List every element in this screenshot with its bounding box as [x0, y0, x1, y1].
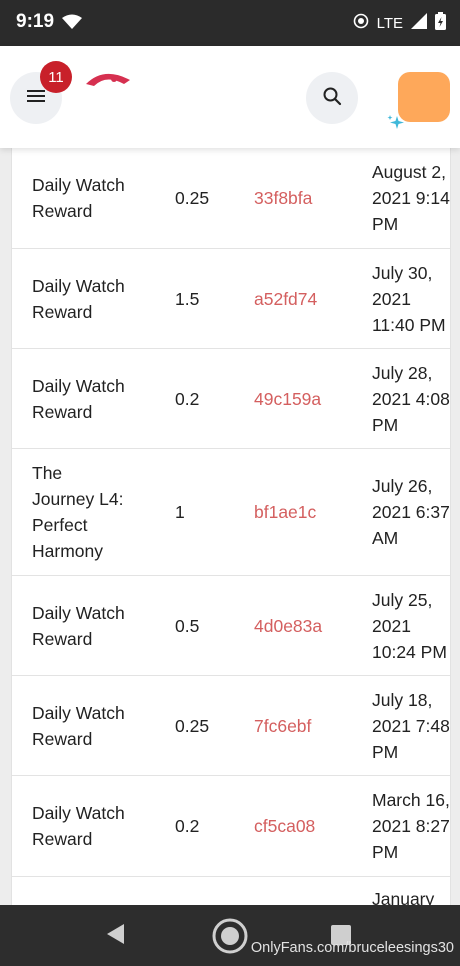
table-row: Daily Watch Reward 0.5 4d0e83a July 25, … [12, 576, 450, 676]
row-transaction-id[interactable]: 33f8bfa [254, 185, 312, 211]
row-amount: 0.25 [175, 715, 210, 736]
wifi-icon [62, 14, 82, 35]
hamburger-icon [26, 88, 46, 109]
sparkle-icon [386, 114, 406, 137]
table-row: January [12, 877, 450, 905]
row-transaction-id[interactable]: cf5ca08 [254, 813, 315, 839]
row-description: Daily Watch Reward [32, 375, 125, 422]
row-amount: 0.5 [175, 615, 200, 636]
row-date: January [372, 889, 435, 905]
row-date: July 25, 2021 10:24 PM [372, 589, 447, 662]
row-description: Daily Watch Reward [32, 275, 125, 322]
transactions-table: Daily Watch Reward 0.25 33f8bfa August 2… [11, 148, 451, 905]
home-icon[interactable] [211, 917, 249, 960]
search-button[interactable] [306, 72, 358, 124]
row-date: July 28, 2021 4:08 PM [372, 362, 450, 435]
row-amount: 0.25 [175, 188, 210, 208]
row-transaction-id[interactable]: 49c159a [254, 386, 321, 412]
row-date: July 18, 2021 7:48 PM [372, 689, 450, 762]
row-transaction-id[interactable]: a52fd74 [254, 286, 317, 312]
row-description: Daily Watch Reward [32, 803, 125, 849]
signal-icon [411, 13, 427, 33]
search-icon [322, 86, 342, 111]
row-transaction-id[interactable]: bf1ae1c [254, 499, 316, 525]
status-bar: 9:19 LTE [0, 0, 460, 46]
row-date: July 26, 2021 6:37 AM [372, 476, 450, 548]
row-date: August 2, 2021 9:14 PM [372, 162, 450, 234]
row-amount: 1 [175, 502, 185, 522]
app-header: 11 [0, 46, 460, 148]
row-description: Daily Watch Reward [32, 702, 125, 749]
transactions-list: Daily Watch Reward 0.25 33f8bfa August 2… [0, 148, 460, 905]
battery-icon [435, 12, 446, 34]
row-description: The Journey L4: Perfect Harmony [32, 463, 124, 561]
table-row: The Journey L4: Perfect Harmony 1 bf1ae1… [12, 449, 450, 576]
status-time: 9:19 [16, 11, 55, 32]
row-amount: 0.2 [175, 388, 200, 409]
row-transaction-id[interactable]: 4d0e83a [254, 613, 322, 639]
table-row: Daily Watch Reward 0.25 33f8bfa August 2… [12, 148, 450, 249]
row-transaction-id[interactable]: 7fc6ebf [254, 713, 311, 739]
system-nav-bar [0, 905, 460, 966]
row-amount: 1.5 [175, 288, 200, 309]
table-row: Daily Watch Reward 1.5 a52fd74 July 30, … [12, 249, 450, 349]
row-description: Daily Watch Reward [32, 602, 125, 649]
row-date: July 30, 2021 11:40 PM [372, 262, 446, 335]
back-icon[interactable] [106, 923, 126, 950]
row-amount: 0.2 [175, 816, 200, 836]
location-icon [353, 13, 369, 33]
row-date: March 16, 2021 8:27 PM [372, 790, 450, 862]
row-description: Daily Watch Reward [32, 175, 125, 221]
table-row: Daily Watch Reward 0.2 cf5ca08 March 16,… [12, 776, 450, 877]
logo-icon[interactable] [84, 68, 134, 95]
watermark: OnlyFans.com/bruceleesings30 [250, 940, 454, 956]
table-row: Daily Watch Reward 0.2 49c159a July 28, … [12, 349, 450, 449]
notification-badge: 11 [40, 61, 72, 93]
network-label: LTE [376, 14, 403, 32]
status-icons: LTE [353, 12, 446, 34]
table-row: Daily Watch Reward 0.25 7fc6ebf July 18,… [12, 676, 450, 776]
